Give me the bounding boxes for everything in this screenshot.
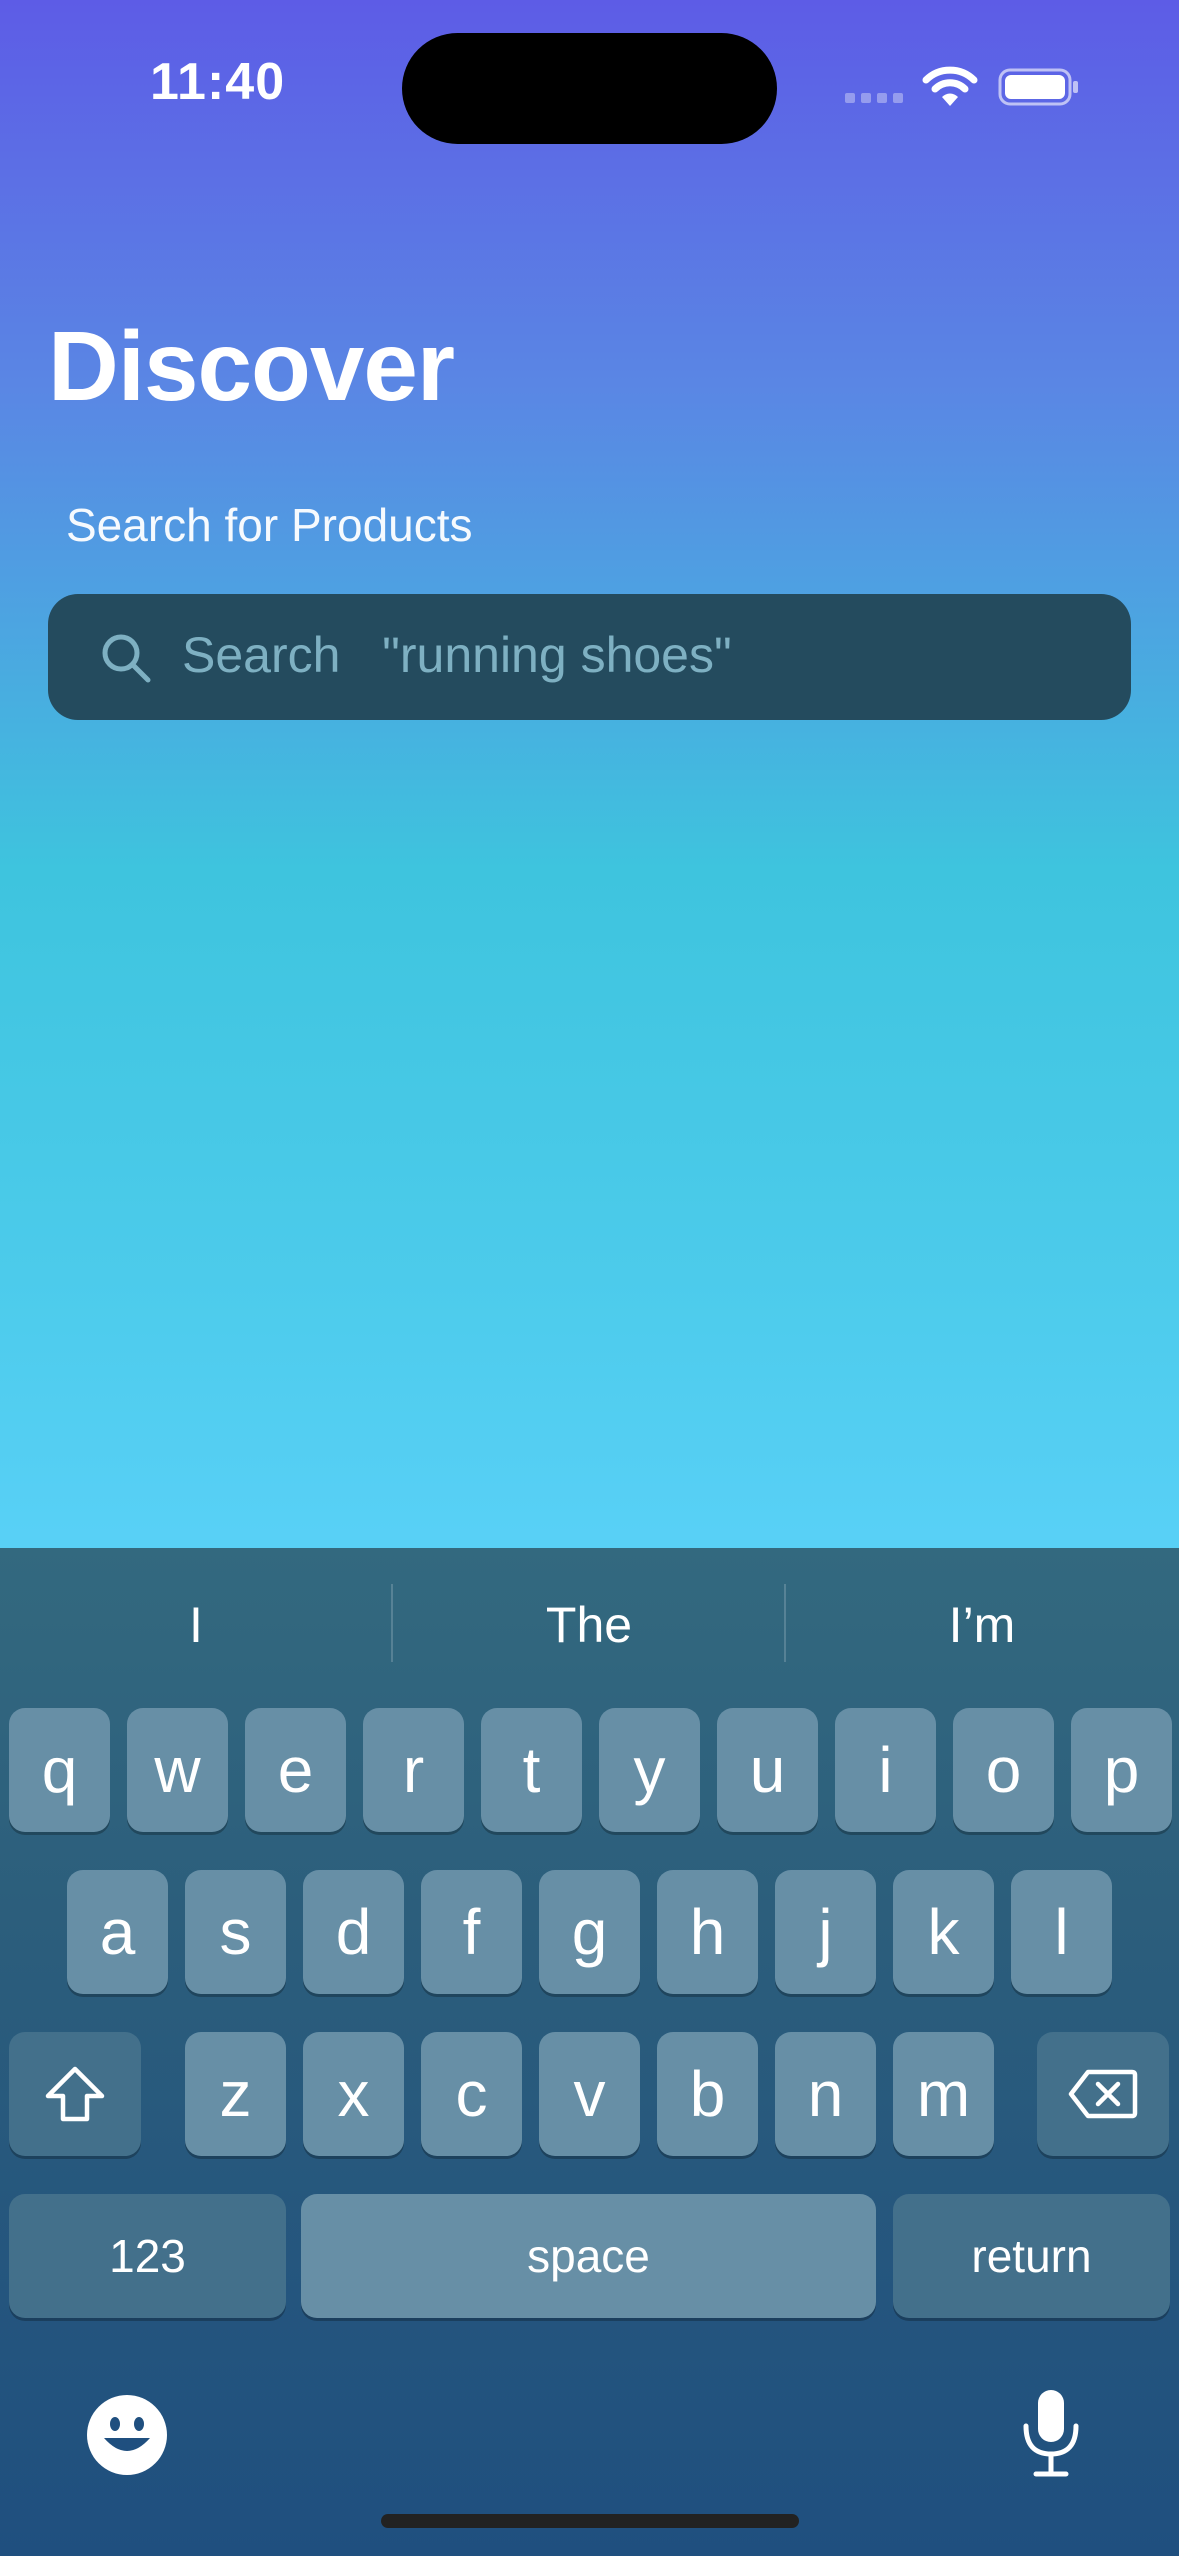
key-s[interactable]: s: [185, 1870, 286, 1994]
key-y[interactable]: y: [599, 1708, 700, 1832]
suggestion-1[interactable]: I: [0, 1596, 392, 1654]
emoji-icon[interactable]: [86, 2394, 168, 2476]
search-placeholder: Search "running shoes": [182, 626, 732, 684]
key-p[interactable]: p: [1071, 1708, 1172, 1832]
key-m[interactable]: m: [893, 2032, 994, 2156]
dynamic-island: [402, 33, 777, 144]
return-key[interactable]: return: [893, 2194, 1170, 2318]
page-title: Discover: [48, 311, 455, 421]
delete-key[interactable]: [1037, 2032, 1169, 2156]
numbers-key[interactable]: 123: [9, 2194, 286, 2318]
key-r[interactable]: r: [363, 1708, 464, 1832]
delete-icon: [1068, 2069, 1138, 2119]
key-b[interactable]: b: [657, 2032, 758, 2156]
key-x[interactable]: x: [303, 2032, 404, 2156]
key-j[interactable]: j: [775, 1870, 876, 1994]
key-g[interactable]: g: [539, 1870, 640, 1994]
key-i[interactable]: i: [835, 1708, 936, 1832]
search-placeholder-label: Search: [182, 627, 341, 683]
search-placeholder-example: "running shoes": [382, 627, 732, 683]
key-k[interactable]: k: [893, 1870, 994, 1994]
key-d[interactable]: d: [303, 1870, 404, 1994]
search-input[interactable]: Search "running shoes": [48, 594, 1131, 720]
status-time: 11:40: [150, 53, 286, 111]
status-bar: 11:40: [0, 0, 1179, 160]
key-n[interactable]: n: [775, 2032, 876, 2156]
microphone-icon[interactable]: [1018, 2388, 1084, 2478]
key-c[interactable]: c: [421, 2032, 522, 2156]
shift-key[interactable]: [9, 2032, 141, 2156]
key-l[interactable]: l: [1011, 1870, 1112, 1994]
key-v[interactable]: v: [539, 2032, 640, 2156]
space-key[interactable]: space: [301, 2194, 876, 2318]
key-w[interactable]: w: [127, 1708, 228, 1832]
key-a[interactable]: a: [67, 1870, 168, 1994]
predictive-bar: I The I’m: [0, 1548, 1179, 1698]
keyboard: I The I’m qwertyuiop asdfghjkl zxcvbnm 123…: [0, 1548, 1179, 2556]
key-t[interactable]: t: [481, 1708, 582, 1832]
key-e[interactable]: e: [245, 1708, 346, 1832]
home-indicator: [381, 2514, 799, 2528]
key-h[interactable]: h: [657, 1870, 758, 1994]
shift-icon: [45, 2066, 105, 2122]
search-icon: [102, 634, 151, 683]
key-q[interactable]: q: [9, 1708, 110, 1832]
key-o[interactable]: o: [953, 1708, 1054, 1832]
suggestion-2[interactable]: The: [393, 1596, 785, 1654]
wifi-icon: [922, 66, 978, 106]
key-f[interactable]: f: [421, 1870, 522, 1994]
key-z[interactable]: z: [185, 2032, 286, 2156]
suggestion-3[interactable]: I’m: [786, 1596, 1178, 1654]
cellular-signal-icon: [845, 93, 903, 103]
key-u[interactable]: u: [717, 1708, 818, 1832]
battery-icon: [998, 68, 1078, 106]
search-section-label: Search for Products: [66, 499, 473, 551]
